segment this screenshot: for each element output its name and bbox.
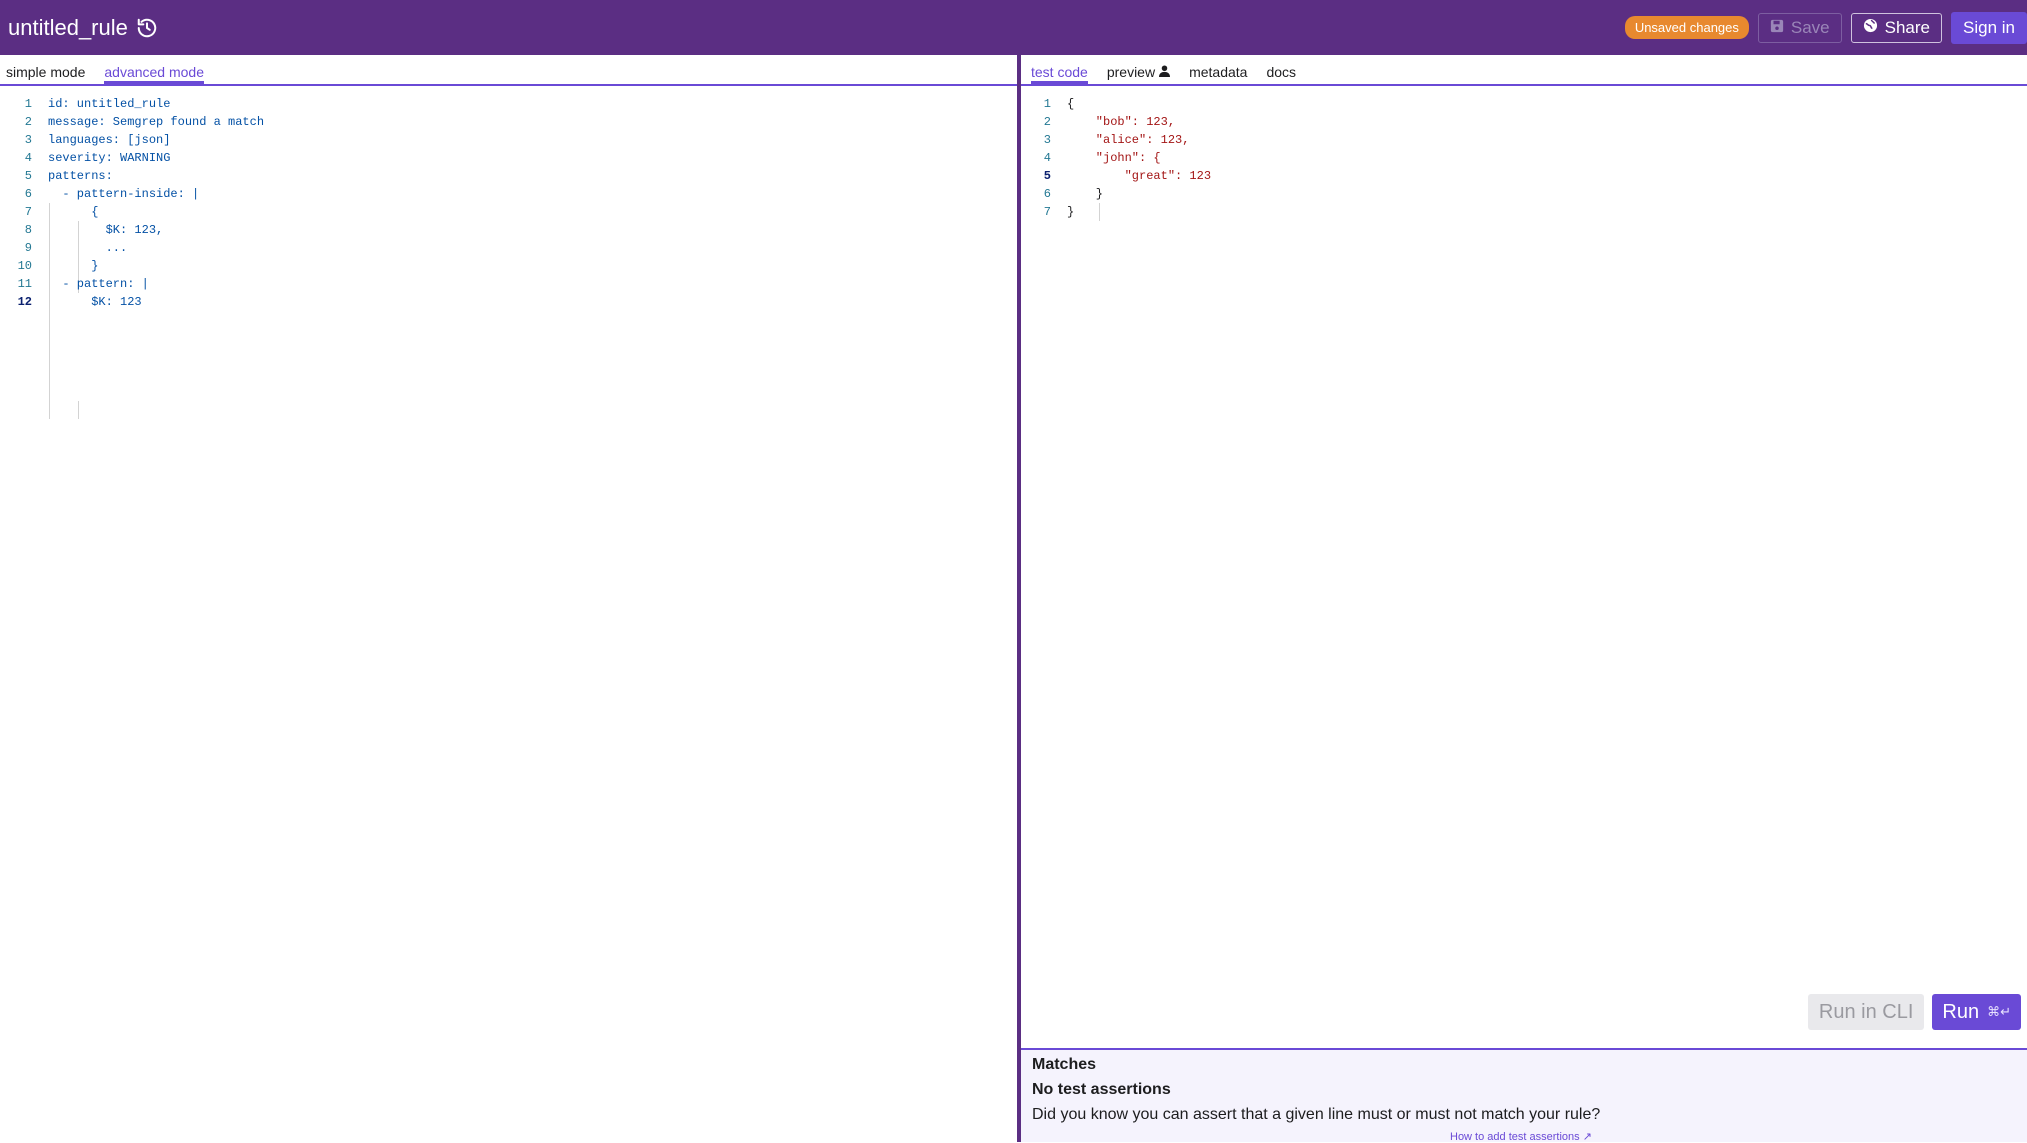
- run-actions: Run in CLI Run ⌘↵: [1807, 994, 2021, 1030]
- run-shortcut: ⌘↵: [1987, 1004, 2011, 1019]
- save-label: Save: [1790, 17, 1830, 37]
- tab-simple-mode[interactable]: simple mode: [6, 64, 85, 84]
- unsaved-badge: Unsaved changes: [1624, 16, 1749, 39]
- code-line: 4 severity: WARNING: [24, 151, 171, 165]
- test-tabs: test code preview metadata docs: [1021, 55, 2027, 86]
- code-line: 7 {: [24, 205, 99, 219]
- rule-title[interactable]: untitled_rule: [8, 15, 128, 41]
- rule-mode-tabs: simple mode advanced mode: [0, 55, 1017, 86]
- matches-subtitle: No test assertions: [1032, 1081, 1171, 1098]
- top-bar-actions: Unsaved changes Save Share Sign in: [1624, 0, 2027, 55]
- indent-guide: [78, 401, 79, 419]
- run-button[interactable]: Run ⌘↵: [1932, 994, 2021, 1030]
- code-line: 2 "bob": 123,: [1043, 115, 1176, 129]
- code-line: 5 patterns:: [24, 169, 113, 183]
- code-line: 3 languages: [json]: [24, 133, 171, 147]
- tab-metadata[interactable]: metadata: [1189, 64, 1247, 84]
- rule-editor-pane: simple mode advanced mode 1 id: untitled_…: [0, 55, 1017, 1142]
- code-line: 1{: [1043, 97, 1075, 111]
- code-line: 1 id: untitled_rule: [24, 97, 171, 111]
- save-icon: [1770, 18, 1784, 38]
- top-bar: untitled_rule Unsaved changes Save Share…: [0, 0, 2027, 55]
- tab-advanced-mode[interactable]: advanced mode: [104, 64, 205, 84]
- external-link-icon: ↗: [1582, 1131, 1592, 1143]
- code-line: 2 message: Semgrep found a match: [24, 115, 265, 129]
- code-line: 3 "alice": 123,: [1043, 133, 1190, 147]
- history-icon[interactable]: [136, 17, 158, 39]
- code-line: 7}: [1043, 205, 1075, 219]
- tab-test-code[interactable]: test code: [1031, 64, 1088, 84]
- code-line: 9 ...: [24, 241, 128, 255]
- share-button[interactable]: Share: [1850, 12, 1943, 43]
- run-label: Run: [1942, 1000, 1980, 1023]
- code-line: 4 "john": {: [1043, 151, 1161, 165]
- sign-in-button[interactable]: Sign in: [1951, 11, 2027, 44]
- rule-code-editor[interactable]: 1 id: untitled_rule 2 message: Semgrep fou…: [0, 86, 1017, 419]
- code-line: 6 - pattern-inside: |: [24, 187, 200, 201]
- run-in-cli-button[interactable]: Run in CLI: [1807, 994, 1925, 1030]
- test-code-editor[interactable]: 1{ 2 "bob": 123, 3 "alice": 123, 4 "john…: [1021, 86, 2027, 221]
- save-button[interactable]: Save: [1757, 12, 1842, 43]
- matches-hint: Did you know you can assert that a given…: [1032, 1106, 1601, 1123]
- tab-docs[interactable]: docs: [1266, 64, 1296, 84]
- code-line-current: 5 "great": 123: [1043, 169, 1212, 183]
- test-assertions-link-label: How to add test assertions: [1450, 1131, 1580, 1143]
- test-code-pane: test code preview metadata docs 1{ 2 "bo…: [1021, 55, 2027, 1143]
- tab-preview[interactable]: preview: [1106, 64, 1171, 84]
- code-line: 6 }: [1043, 187, 1104, 201]
- code-line: 11 - pattern: |: [17, 277, 149, 291]
- test-assertions-link[interactable]: How to add test assertions ↗: [1450, 1130, 2027, 1143]
- code-line: 10 }: [17, 259, 99, 273]
- globe-icon: [1863, 18, 1878, 38]
- share-label: Share: [1884, 17, 1931, 37]
- matches-title: Matches: [1032, 1056, 1097, 1073]
- code-line-current: 12 $K: 123: [17, 295, 142, 309]
- user-icon: [1159, 64, 1171, 80]
- matches-panel: Matches No test assertions Did you know …: [1021, 1048, 2027, 1143]
- tab-preview-label: preview: [1106, 64, 1156, 80]
- code-line: 8 $K: 123,: [24, 223, 164, 237]
